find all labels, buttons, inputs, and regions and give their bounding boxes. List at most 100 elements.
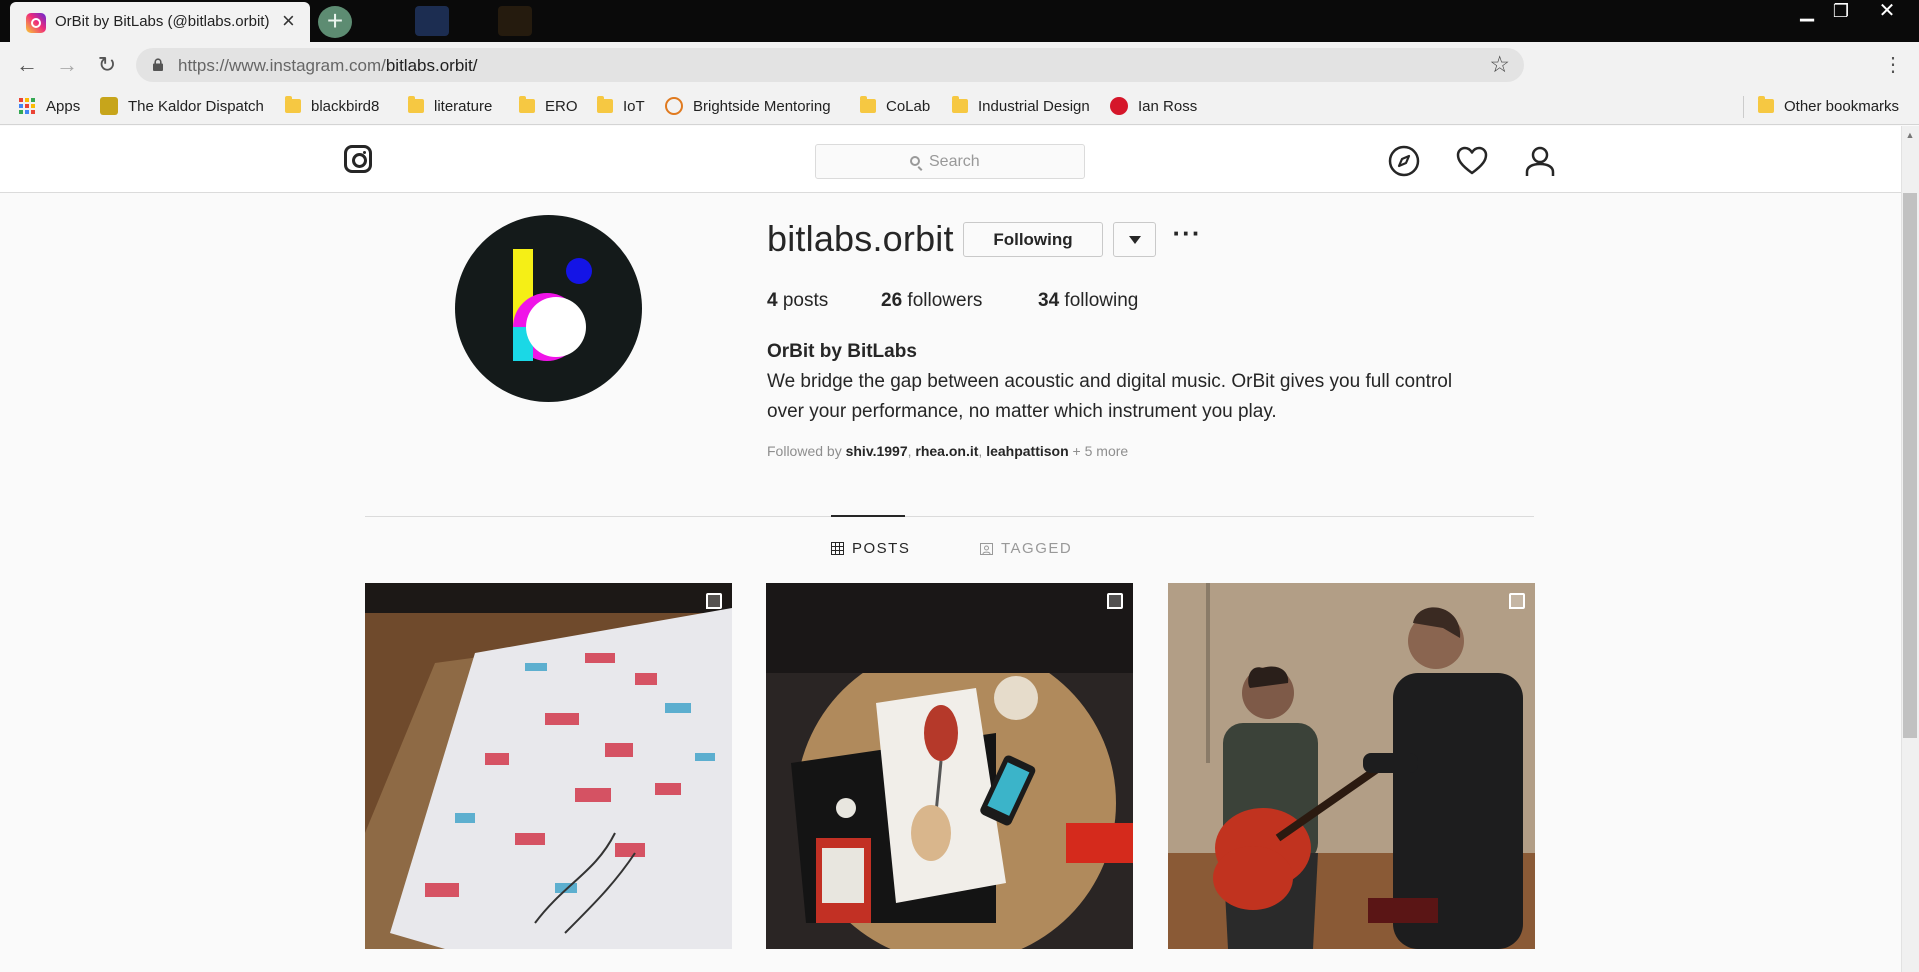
tab-posts[interactable]: POSTS — [831, 540, 910, 557]
search-input[interactable]: Search — [815, 144, 1085, 179]
following-label: following — [1064, 290, 1139, 311]
bookmark-label: Brightside Mentoring — [693, 97, 831, 115]
apps-grid-icon — [19, 98, 35, 114]
tab-tagged[interactable]: TAGGED — [980, 540, 1072, 557]
posts-count: 4 — [767, 290, 778, 311]
profile-full-name: OrBit by BitLabs — [767, 341, 917, 362]
post-thumbnail-instrument-booklet[interactable] — [766, 583, 1133, 949]
followed-by-user-link[interactable]: shiv.1997 — [846, 443, 908, 459]
bookmark-ian-ross[interactable]: Ian Ross — [1110, 94, 1197, 118]
restore-window-icon[interactable]: ❐ — [1822, 0, 1860, 24]
bookmark-label: CoLab — [886, 97, 931, 115]
close-window-icon[interactable]: ✕ — [1868, 0, 1906, 24]
post-image — [365, 583, 732, 949]
followers-label: followers — [907, 290, 983, 311]
minimize-window-icon[interactable]: ▁ — [1788, 0, 1826, 24]
bookmark-blackbird8[interactable]: blackbird8 — [285, 94, 379, 118]
folder-icon — [1758, 96, 1774, 113]
profile-avatar[interactable] — [455, 215, 642, 402]
bookmark-label: ERO — [545, 97, 578, 115]
folder-icon — [285, 96, 301, 113]
url-path: bitlabs.orbit/ — [385, 56, 478, 75]
bookmark-literature[interactable]: literature — [408, 94, 492, 118]
tab-posts-label: POSTS — [852, 540, 911, 557]
background-app-icon — [498, 6, 532, 36]
explore-compass-icon[interactable] — [1387, 144, 1421, 178]
bookmark-kaldor-dispatch[interactable]: The Kaldor Dispatch — [100, 94, 264, 118]
browser-tab[interactable]: OrBit by BitLabs (@bitlabs.orbit) • × — [10, 2, 310, 42]
profile-bio-line: over your performance, no matter which i… — [767, 401, 1277, 422]
followers-count: 26 — [881, 290, 903, 311]
url-host: https://www.instagram.com/ — [178, 56, 386, 75]
following-count-stat[interactable]: 34 following — [1038, 290, 1138, 312]
tab-tagged-label: TAGGED — [1001, 540, 1073, 557]
tagged-user-icon — [980, 543, 993, 555]
bookmarks-bar: Apps The Kaldor Dispatch blackbird8 lite… — [0, 88, 1919, 125]
posts-label: posts — [782, 290, 829, 311]
followed-by-user-link[interactable]: rhea.on.it — [915, 443, 978, 459]
bookmark-star-icon[interactable]: ☆ — [1489, 51, 1510, 78]
followers-count-stat[interactable]: 26 followers — [881, 290, 982, 312]
instagram-header: Search — [0, 126, 1901, 193]
folder-icon — [860, 96, 876, 113]
new-tab-button[interactable]: + — [318, 6, 352, 38]
multiple-photos-icon — [706, 593, 722, 609]
url-text: https://www.instagram.com/bitlabs.orbit/ — [178, 56, 478, 76]
bookmark-label: literature — [434, 97, 493, 115]
bookmark-label: Other bookmarks — [1784, 97, 1900, 115]
instagram-logo-icon[interactable] — [344, 145, 372, 173]
bookmark-label: Apps — [46, 97, 81, 115]
back-arrow-icon[interactable]: ← — [14, 52, 40, 78]
activity-heart-icon[interactable] — [1455, 144, 1489, 178]
multiple-photos-icon — [1509, 593, 1525, 609]
bookmark-label: blackbird8 — [311, 97, 380, 115]
bookmark-apps[interactable]: Apps — [18, 94, 80, 118]
bitlabs-logo-icon — [513, 249, 592, 361]
reload-icon[interactable]: ↻ — [94, 52, 120, 78]
followed-by-more-link[interactable]: + 5 more — [1073, 443, 1129, 459]
folder-icon — [597, 96, 613, 113]
scroll-up-arrow-icon[interactable]: ▲ — [1903, 130, 1917, 142]
profile-user-icon[interactable] — [1523, 144, 1557, 178]
bookmark-label: Industrial Design — [978, 97, 1090, 115]
profile-username: bitlabs.orbit — [767, 218, 954, 259]
grid-icon — [831, 542, 844, 555]
tab-title: OrBit by BitLabs (@bitlabs.orbit) • — [55, 13, 270, 30]
post-image — [1168, 583, 1535, 949]
followed-by-text: Followed by shiv.1997, rhea.on.it, leahp… — [767, 443, 1129, 459]
bookmark-label: IoT — [623, 97, 645, 115]
active-tab-indicator — [831, 515, 905, 517]
posts-count-stat: 4 posts — [767, 290, 828, 312]
bookmark-brightside-mentoring[interactable]: Brightside Mentoring — [665, 94, 831, 118]
bookmark-label: The Kaldor Dispatch — [128, 97, 264, 115]
tabs-divider — [365, 516, 1534, 517]
suggestions-dropdown-button[interactable] — [1113, 222, 1156, 257]
following-button[interactable]: Following — [963, 222, 1103, 257]
bookmark-ero[interactable]: ERO — [519, 94, 578, 118]
search-placeholder: Search — [929, 153, 980, 170]
more-options-button[interactable]: ··· — [1172, 220, 1202, 257]
post-image — [766, 583, 1133, 949]
folder-icon — [952, 96, 968, 113]
forward-arrow-icon[interactable]: → — [54, 52, 80, 78]
browser-toolbar: ← → ↻ https://www.instagram.com/bitlabs.… — [0, 42, 1919, 120]
post-thumbnail-guitar-players[interactable] — [1168, 583, 1535, 949]
bookmark-other-bookmarks[interactable]: Other bookmarks — [1758, 94, 1899, 118]
pinterest-icon — [1110, 97, 1128, 115]
bookmark-iot[interactable]: IoT — [597, 94, 645, 118]
menu-kebab-icon[interactable]: ⋮ — [1880, 52, 1906, 78]
kaldor-icon — [100, 97, 118, 115]
bookmark-industrial-design[interactable]: Industrial Design — [952, 94, 1090, 118]
tab-close-icon[interactable]: × — [282, 8, 295, 34]
brightside-icon — [665, 97, 683, 115]
address-bar[interactable]: https://www.instagram.com/bitlabs.orbit/… — [136, 48, 1524, 82]
followed-by-user-link[interactable]: leahpattison — [986, 443, 1068, 459]
post-thumbnail-sketches[interactable] — [365, 583, 732, 949]
bookmark-colab[interactable]: CoLab — [860, 94, 930, 118]
page-scrollbar-thumb[interactable] — [1903, 193, 1917, 738]
folder-icon — [408, 96, 424, 113]
search-icon — [910, 156, 920, 166]
browser-titlebar: OrBit by BitLabs (@bitlabs.orbit) • × + … — [0, 0, 1919, 42]
followed-by-prefix: Followed by — [767, 443, 842, 459]
folder-icon — [519, 96, 535, 113]
